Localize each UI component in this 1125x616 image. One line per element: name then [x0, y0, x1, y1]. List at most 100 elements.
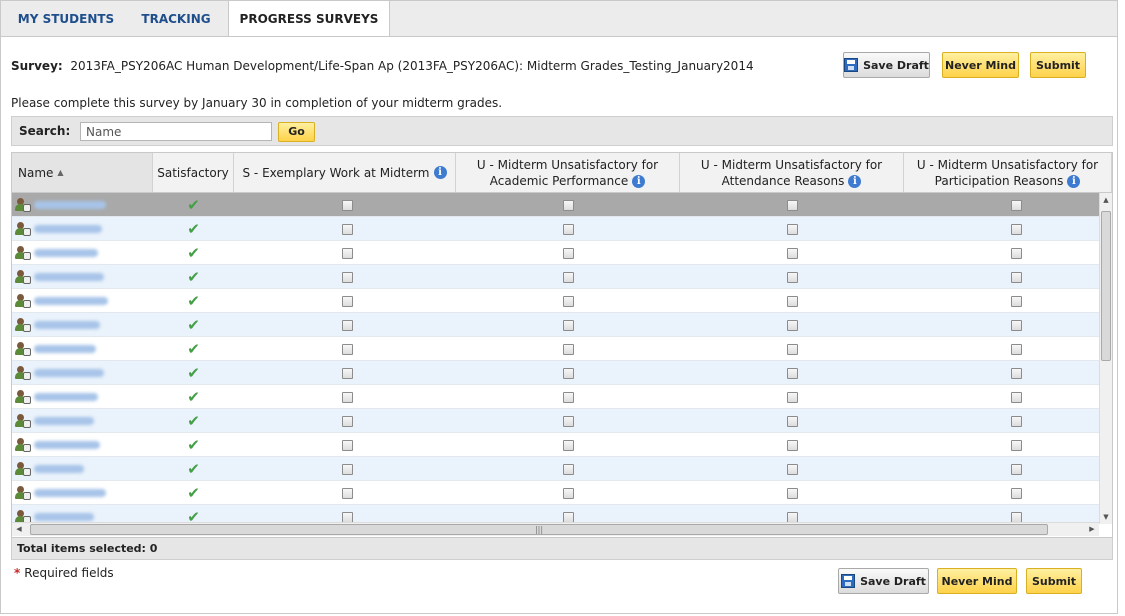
row-checkbox[interactable] [786, 391, 798, 403]
horizontal-scrollbar[interactable]: ◀ ||| ▶ [12, 522, 1099, 536]
row-checkbox[interactable] [1010, 439, 1022, 451]
row-checkbox[interactable] [562, 247, 574, 259]
student-name-link[interactable] [34, 489, 106, 497]
row-checkbox[interactable] [1010, 319, 1022, 331]
row-checkbox[interactable] [341, 343, 353, 355]
row-checkbox[interactable] [786, 415, 798, 427]
row-checkbox[interactable] [562, 319, 574, 331]
row-checkbox[interactable] [341, 511, 353, 522]
row-checkbox[interactable] [1010, 295, 1022, 307]
row-checkbox[interactable] [341, 415, 353, 427]
row-checkbox[interactable] [341, 463, 353, 475]
never-mind-button-top[interactable]: Never Mind [942, 52, 1019, 78]
table-row[interactable]: ✔ [12, 457, 1099, 481]
tab-tracking[interactable]: TRACKING [131, 1, 221, 37]
student-name-link[interactable] [34, 249, 98, 257]
column-header-participation[interactable]: U - Midterm Unsatisfactory for Participa… [904, 153, 1112, 193]
row-checkbox[interactable] [341, 247, 353, 259]
row-checkbox[interactable] [1010, 199, 1022, 211]
row-checkbox[interactable] [562, 415, 574, 427]
scroll-down-icon[interactable]: ▼ [1100, 510, 1112, 524]
row-checkbox[interactable] [341, 391, 353, 403]
row-checkbox[interactable] [562, 295, 574, 307]
student-name-link[interactable] [34, 273, 104, 281]
student-name-link[interactable] [34, 441, 100, 449]
column-header-attendance[interactable]: U - Midterm Unsatisfactory for Attendanc… [680, 153, 904, 193]
row-checkbox[interactable] [562, 463, 574, 475]
student-name-link[interactable] [34, 321, 100, 329]
table-row[interactable]: ✔ [12, 385, 1099, 409]
student-name-link[interactable] [34, 465, 84, 473]
horizontal-scroll-thumb[interactable]: ||| [30, 524, 1048, 535]
student-name-link[interactable] [34, 297, 108, 305]
submit-button-bottom[interactable]: Submit [1026, 568, 1082, 594]
row-checkbox[interactable] [1010, 463, 1022, 475]
row-checkbox[interactable] [786, 199, 798, 211]
info-icon[interactable]: i [632, 174, 646, 188]
table-row[interactable]: ✔ [12, 481, 1099, 505]
scroll-right-icon[interactable]: ▶ [1085, 523, 1099, 536]
row-checkbox[interactable] [562, 439, 574, 451]
row-checkbox[interactable] [786, 319, 798, 331]
row-checkbox[interactable] [562, 199, 574, 211]
row-checkbox[interactable] [341, 319, 353, 331]
student-name-link[interactable] [34, 345, 96, 353]
table-row[interactable]: ✔ [12, 313, 1099, 337]
student-name-link[interactable] [34, 225, 102, 233]
row-checkbox[interactable] [1010, 391, 1022, 403]
student-name-link[interactable] [34, 201, 106, 209]
student-name-link[interactable] [34, 369, 104, 377]
table-row[interactable]: ✔ [12, 193, 1099, 217]
tab-progress-surveys[interactable]: PROGRESS SURVEYS [228, 1, 390, 38]
table-row[interactable]: ✔ [12, 289, 1099, 313]
row-checkbox[interactable] [341, 223, 353, 235]
search-input[interactable] [80, 122, 272, 141]
column-header-academic[interactable]: U - Midterm Unsatisfactory for Academic … [456, 153, 680, 193]
row-checkbox[interactable] [562, 223, 574, 235]
info-icon[interactable]: i [848, 174, 862, 188]
row-checkbox[interactable] [1010, 343, 1022, 355]
row-checkbox[interactable] [1010, 415, 1022, 427]
row-checkbox[interactable] [1010, 247, 1022, 259]
row-checkbox[interactable] [786, 295, 798, 307]
vertical-scrollbar[interactable]: ▲ ▼ [1099, 193, 1112, 524]
column-header-name[interactable]: Name ▲ [12, 153, 153, 193]
row-checkbox[interactable] [786, 487, 798, 499]
row-checkbox[interactable] [786, 439, 798, 451]
row-checkbox[interactable] [786, 271, 798, 283]
info-icon[interactable]: i [1067, 174, 1081, 188]
table-row[interactable]: ✔ [12, 337, 1099, 361]
table-row[interactable]: ✔ [12, 433, 1099, 457]
student-name-link[interactable] [34, 417, 94, 425]
submit-button-top[interactable]: Submit [1030, 52, 1086, 78]
table-row[interactable]: ✔ [12, 241, 1099, 265]
row-checkbox[interactable] [786, 223, 798, 235]
info-icon[interactable]: i [433, 166, 447, 179]
row-checkbox[interactable] [341, 199, 353, 211]
student-name-link[interactable] [34, 393, 98, 401]
table-row[interactable]: ✔ [12, 361, 1099, 385]
row-checkbox[interactable] [786, 367, 798, 379]
row-checkbox[interactable] [341, 439, 353, 451]
go-button[interactable]: Go [278, 122, 315, 142]
row-checkbox[interactable] [1010, 271, 1022, 283]
tab-my-students[interactable]: MY STUDENTS [11, 1, 121, 37]
row-checkbox[interactable] [1010, 367, 1022, 379]
row-checkbox[interactable] [562, 271, 574, 283]
row-checkbox[interactable] [1010, 487, 1022, 499]
row-checkbox[interactable] [562, 487, 574, 499]
save-draft-button-bottom[interactable]: Save Draft [838, 568, 929, 594]
column-header-exemplary[interactable]: S - Exemplary Work at Midterm i [234, 153, 456, 193]
column-header-satisfactory[interactable]: Satisfactory [153, 153, 234, 193]
row-checkbox[interactable] [341, 487, 353, 499]
row-checkbox[interactable] [786, 247, 798, 259]
row-checkbox[interactable] [341, 367, 353, 379]
vertical-scroll-thumb[interactable] [1101, 211, 1111, 361]
row-checkbox[interactable] [341, 271, 353, 283]
table-row[interactable]: ✔ [12, 265, 1099, 289]
never-mind-button-bottom[interactable]: Never Mind [937, 568, 1017, 594]
student-name-link[interactable] [34, 513, 94, 521]
row-checkbox[interactable] [786, 511, 798, 522]
scroll-left-icon[interactable]: ◀ [12, 523, 26, 536]
row-checkbox[interactable] [786, 343, 798, 355]
